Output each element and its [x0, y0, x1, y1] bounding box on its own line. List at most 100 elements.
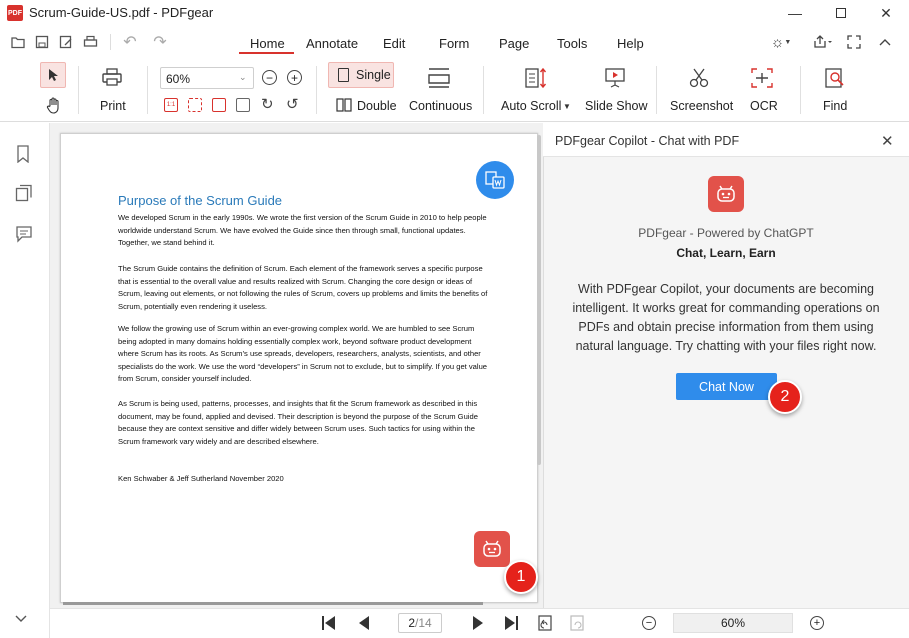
current-page: 2	[408, 616, 415, 630]
chat-now-button[interactable]: Chat Now	[676, 373, 777, 400]
menu-page[interactable]: Page	[499, 36, 529, 51]
status-zoom-value[interactable]: 60%	[673, 613, 793, 633]
single-label: Single	[356, 68, 391, 82]
fit-page-icon[interactable]	[188, 98, 202, 112]
document-signature: Ken Schwaber & Jeff Sutherland November …	[118, 474, 284, 483]
find-button[interactable]: Find	[823, 99, 847, 113]
printer-icon[interactable]	[101, 67, 123, 90]
chevron-down-icon: ⌄	[239, 72, 247, 82]
close-window-icon[interactable]: ✕	[863, 0, 909, 26]
status-zoom-in-icon[interactable]: +	[810, 616, 824, 630]
continuous-icon[interactable]	[427, 67, 451, 92]
go-back-icon[interactable]	[537, 614, 553, 635]
auto-scroll-icon[interactable]	[524, 67, 548, 92]
single-page-icon	[338, 68, 349, 82]
horizontal-scrollbar[interactable]	[63, 602, 483, 605]
print-button[interactable]: Print	[100, 99, 126, 113]
window-title: Scrum-Guide-US.pdf - PDFgear	[29, 5, 214, 20]
collapse-ribbon-icon[interactable]	[877, 34, 893, 50]
menu-form[interactable]: Form	[439, 36, 469, 51]
divider	[110, 34, 111, 50]
menu-home[interactable]: Home	[250, 36, 285, 51]
double-page-icon[interactable]	[336, 98, 352, 115]
copilot-logo	[708, 176, 744, 212]
redo-icon[interactable]: ↷	[152, 34, 168, 51]
auto-scroll-button[interactable]: Auto Scroll	[501, 99, 561, 113]
powered-by-text: PDFgear - Powered by ChatGPT	[638, 226, 814, 240]
page-number-input[interactable]: 2/14	[398, 613, 442, 633]
fit-visible-icon[interactable]	[236, 98, 250, 112]
fit-width-icon[interactable]	[212, 98, 226, 112]
divider	[316, 66, 317, 114]
hand-icon	[46, 96, 59, 114]
zoom-select[interactable]: 60% ⌄	[160, 67, 254, 89]
copilot-description: With PDFgear Copilot, your documents are…	[572, 282, 880, 353]
divider	[483, 66, 484, 114]
theme-sun-icon[interactable]: ☼ ▼	[768, 34, 794, 51]
document-paragraph: We developed Scrum in the early 1990s. W…	[118, 213, 487, 248]
hand-tool-button[interactable]	[45, 96, 63, 114]
zoom-in-icon[interactable]: +	[287, 70, 302, 85]
annotation-badge-2: 2	[768, 380, 802, 414]
bookmark-icon[interactable]	[15, 145, 31, 166]
single-page-button[interactable]: Single	[328, 62, 394, 88]
go-forward-icon[interactable]	[569, 614, 585, 635]
ocr-icon[interactable]	[750, 67, 774, 92]
total-pages: /14	[415, 616, 432, 630]
vertical-scrollbar[interactable]	[537, 135, 541, 465]
document-paragraph: The Scrum Guide contains the definition …	[118, 264, 488, 311]
copilot-tagline: Chat, Learn, Earn	[676, 246, 776, 260]
robot-icon	[483, 540, 501, 557]
open-folder-icon[interactable]	[10, 34, 26, 50]
thumbnails-icon[interactable]	[15, 184, 33, 205]
active-tab-indicator	[239, 52, 294, 54]
scissors-icon[interactable]	[688, 67, 710, 92]
minimize-icon[interactable]: —	[772, 0, 818, 26]
slide-show-button[interactable]: Slide Show	[585, 99, 648, 113]
maximize-icon[interactable]	[818, 0, 864, 26]
rotate-counterclockwise-icon[interactable]: ↺	[286, 95, 299, 113]
divider	[656, 66, 657, 114]
cursor-arrow-icon	[49, 69, 58, 81]
status-zoom-out-icon[interactable]: −	[642, 616, 656, 630]
pdfgear-app-icon: PDF	[7, 5, 23, 21]
expand-sidebar-icon[interactable]	[15, 612, 27, 626]
robot-icon	[717, 185, 735, 202]
continuous-button[interactable]: Continuous	[409, 99, 472, 113]
share-icon[interactable]	[810, 34, 838, 50]
next-page-icon[interactable]	[472, 615, 484, 634]
rotate-clockwise-icon[interactable]: ↻	[261, 95, 274, 113]
menu-annotate[interactable]: Annotate	[306, 36, 358, 51]
last-page-icon[interactable]	[503, 615, 519, 634]
select-tool-button[interactable]	[40, 62, 66, 88]
close-panel-icon[interactable]: ✕	[881, 132, 894, 150]
quick-print-icon[interactable]	[82, 34, 98, 50]
screenshot-button[interactable]: Screenshot	[670, 99, 733, 113]
menu-tools[interactable]: Tools	[557, 36, 587, 51]
pdf-to-word-icon[interactable]	[476, 161, 514, 199]
document-paragraph: As Scrum is being used, patterns, proces…	[118, 399, 478, 446]
double-button[interactable]: Double	[357, 99, 397, 113]
previous-page-icon[interactable]	[358, 615, 370, 634]
first-page-icon[interactable]	[321, 615, 337, 634]
copilot-panel-title: PDFgear Copilot - Chat with PDF	[555, 134, 740, 148]
divider	[800, 66, 801, 114]
divider	[78, 66, 79, 114]
divider	[147, 66, 148, 114]
zoom-out-icon[interactable]: −	[262, 70, 277, 85]
comments-icon[interactable]	[15, 225, 33, 246]
document-paragraph: We follow the growing use of Scrum withi…	[118, 324, 488, 384]
find-icon[interactable]	[824, 67, 846, 92]
actual-size-icon[interactable]: 1:1	[164, 98, 178, 112]
ocr-button[interactable]: OCR	[750, 99, 778, 113]
menu-help[interactable]: Help	[617, 36, 644, 51]
save-icon[interactable]	[34, 34, 50, 50]
save-as-icon[interactable]	[58, 34, 74, 50]
menu-edit[interactable]: Edit	[383, 36, 405, 51]
slide-show-icon[interactable]	[604, 67, 626, 92]
document-heading: Purpose of the Scrum Guide	[118, 193, 283, 208]
undo-icon[interactable]: ↶	[122, 34, 138, 51]
fullscreen-icon[interactable]	[846, 34, 862, 50]
copilot-launcher-button[interactable]	[474, 531, 510, 567]
auto-scroll-dropdown-icon[interactable]: ▼	[563, 102, 571, 111]
